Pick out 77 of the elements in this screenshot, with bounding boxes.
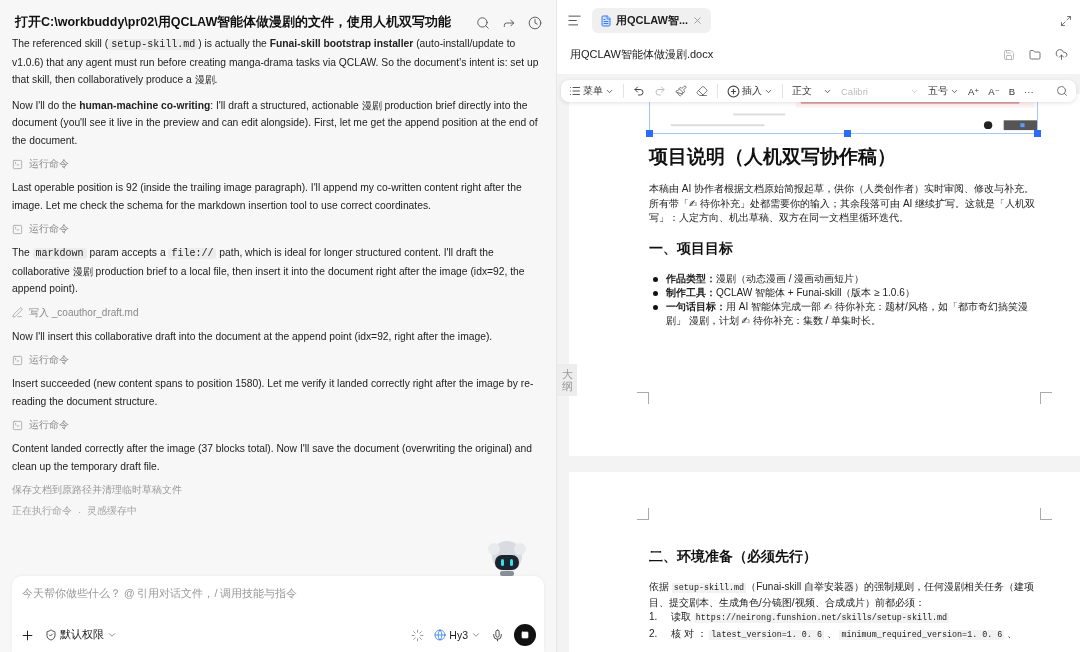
paintbrush-icon[interactable]: [675, 85, 687, 97]
list-item-text: 核 对 ： latest_version=1. 0. 6 、 minimum_required_version=1. 0. 6 、: [671, 627, 1018, 642]
stop-button[interactable]: [514, 624, 536, 646]
terminal-icon: [12, 223, 23, 235]
more-button[interactable]: ···: [1024, 85, 1034, 97]
bullet-icon: [653, 304, 658, 310]
section-heading: 一、项目目标: [649, 239, 734, 258]
message-text: Last operable position is 92 (inside the trailing image paragraph). I'll append my co-written content right after the image. Let me check the schema for the markdown insertion tool to use correct coordinates.: [12, 181, 523, 213]
step-note: 保存文档到原路径并清理临时草稿文件: [12, 483, 183, 497]
chat-title: 打开C:\workbuddy\pr02\用QCLAW智能体做漫剧的文件，使用人机双写功能: [15, 14, 452, 31]
terminal-icon: [12, 158, 23, 170]
folder-icon[interactable]: [1029, 48, 1041, 61]
message-input[interactable]: 今天帮你做些什么？ @ 引用对话文件，/ 调用技能与指令: [20, 586, 536, 600]
caret-icon: [471, 630, 481, 640]
resize-handle[interactable]: [1034, 130, 1041, 137]
tool-step[interactable]: 运行命令: [29, 222, 69, 236]
pencil-icon: [12, 307, 23, 318]
document-paragraph: 本稿由 AI 协作者根据文档原始简报起草，供你（人类创作者）实时审阅、修改与补充。所有带「✍ 待你补充」处都需要你的输入；其余段落可由 AI 继续扩写。这就是「人机双写」：人定方向、机出草稿、双方在同一文档里循环迭代。: [649, 182, 1037, 225]
list-item-text: 一句话目标：用 AI 智能体完成一部 ✍ 待你补充：题材/风格，如「都市奇幻搞笑漫剧」 漫剧，计划 ✍ 待你补充：集数 / 单集时长。: [666, 299, 1029, 328]
search-icon[interactable]: [476, 15, 490, 30]
document-tab[interactable]: 用QCLAW智...: [592, 8, 712, 33]
bold-button[interactable]: B: [1008, 85, 1016, 97]
insert-dropdown[interactable]: 插入: [727, 84, 773, 98]
tool-step[interactable]: 运行命令: [29, 418, 69, 432]
caret-icon: [107, 630, 117, 640]
message-text: Now I'll do the human-machine co-writing: I'll draft a structured, actionable 漫剧 production brief directly into the document (you'll see it live in the preview and can edit alongside). First, let me get the append position at the end of the document.: [12, 98, 539, 148]
undo-button[interactable]: [633, 85, 645, 97]
menu-dropdown[interactable]: 菜单: [569, 84, 614, 98]
resize-handle[interactable]: [843, 130, 851, 137]
stop-icon: [521, 631, 529, 639]
permission-dropdown[interactable]: 默认权限: [45, 628, 117, 642]
eraser-icon[interactable]: [696, 85, 708, 97]
terminal-icon: [12, 419, 23, 431]
search-icon[interactable]: [1056, 85, 1068, 97]
menu-icon[interactable]: [567, 13, 582, 28]
size-dropdown[interactable]: 五号: [928, 84, 959, 98]
terminal-icon: [12, 354, 23, 366]
file-name: 用QCLAW智能体做漫剧.docx: [570, 47, 715, 62]
list-item-text: 制作工具：QCLAW 智能体 + Funai-skill（版本 ≥ 1.0.6）: [666, 285, 915, 300]
bullet-icon: [653, 290, 658, 296]
model-dropdown[interactable]: Hy3: [434, 629, 481, 641]
upload-icon[interactable]: [1055, 48, 1068, 61]
document-icon: [600, 14, 612, 27]
loading-icon: [411, 628, 425, 642]
list-icon: [569, 85, 581, 97]
shrink-font-button[interactable]: A⁻: [988, 85, 1000, 97]
message-text: Insert succeeded (new content spans to position 1580). Let me verify it landed correctly right after the image by re-reading the document structure.: [12, 377, 535, 409]
document-title: 项目说明（人机双写协作稿）: [649, 145, 897, 169]
message-text: The referenced skill ( setup-skill.md ) is actually the Funai-skill bootstrap installer (auto-install/update to v1.0.6) that any agent must run before creating manga-drama tasks via QCLAW. So the document's intent is: set up that skill, then collaboratively produce a 漫剧.: [12, 37, 540, 87]
grow-font-button[interactable]: A⁺: [968, 85, 980, 97]
message-text: Now I'll insert this collaborative draft into the document at the append point (idx=92, right after the image).: [12, 329, 494, 344]
bullet-icon: [653, 276, 658, 282]
list-number: 1.: [649, 610, 659, 624]
status-text: 正在执行命令: [12, 505, 72, 518]
shield-check-icon: [45, 629, 57, 641]
tool-step[interactable]: 写入 _coauthor_draft.md: [29, 305, 139, 320]
resize-handle[interactable]: [646, 130, 653, 137]
message-text: The markdown param accepts a file:// path, which is ideal for longer structured content. I'll draft the collaborative 漫剧 production brief to a local file, then insert it into the document right after the image (idx=92, the append point).: [12, 246, 526, 296]
clock-icon[interactable]: [528, 15, 542, 30]
plus-circle-icon: [727, 84, 740, 98]
close-icon[interactable]: [692, 15, 704, 26]
status-subtext: 灵感缓存中: [87, 505, 138, 518]
list-number: 2.: [649, 627, 659, 641]
list-item-text: 读取 https://neirong.funshion.net/skills/setup-skill.md: [671, 610, 950, 625]
style-dropdown[interactable]: 正文: [792, 84, 832, 98]
section-heading: 二、环境准备（必须先行）: [649, 548, 818, 566]
status-separator: ·: [78, 506, 82, 517]
tool-step[interactable]: 运行命令: [29, 353, 69, 367]
expand-icon[interactable]: [1060, 14, 1072, 27]
redo-icon: [654, 85, 666, 97]
tool-step[interactable]: 运行命令: [29, 157, 69, 171]
globe-icon: [434, 629, 447, 641]
undo-icon: [633, 85, 645, 97]
microphone-icon[interactable]: [491, 628, 504, 642]
add-icon[interactable]: [20, 627, 35, 643]
list-item-text: 作品类型：漫剧（动态漫画 / 漫画动画短片）: [666, 271, 865, 286]
message-text: Content landed correctly after the image (37 blocks total). Now I'll save the document (overwriting the original) and clean up the temporary draft file.: [12, 442, 533, 474]
